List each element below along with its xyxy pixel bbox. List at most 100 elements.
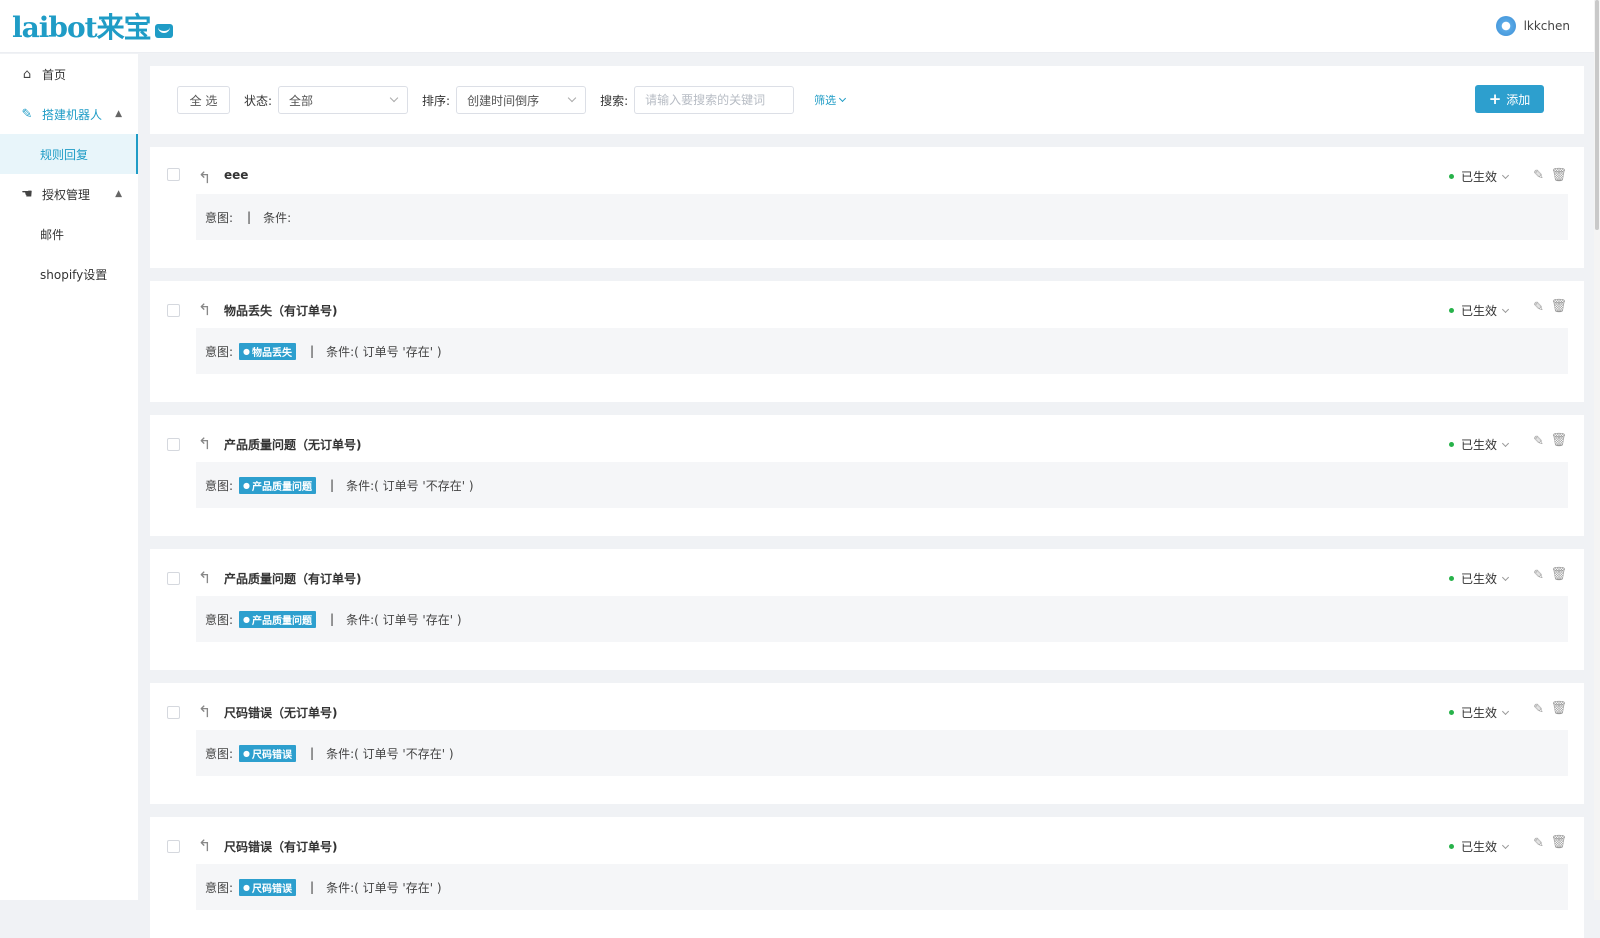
intent-label: 意图:	[205, 478, 234, 493]
rule-checkbox[interactable]	[167, 840, 180, 853]
edit-icon[interactable]: ✎	[1533, 836, 1544, 851]
rule-checkbox[interactable]	[167, 572, 180, 585]
intent-tag-text: 产品质量问题	[252, 481, 313, 493]
trash-icon[interactable]: 🗑	[1550, 567, 1567, 582]
rule-status-dropdown[interactable]: 已生效	[1448, 168, 1510, 185]
rule-card: ↰ 物品丢失（有订单号) 已生效 ✎ 🗑 意图: ● 物品丢失 | 条件: ( …	[150, 281, 1584, 402]
rule-checkbox[interactable]	[167, 438, 180, 451]
chevron-down-icon	[567, 93, 577, 103]
reply-icon: ↰	[198, 434, 212, 453]
rule-detail: 意图: ● 产品质量问题 | 条件: ( 订单号 '不存在' )	[196, 462, 1568, 508]
search-label: 搜索:	[600, 93, 629, 108]
rule-card: ↰ eee 已生效 ✎ 🗑 意图: ● | 条件:	[150, 147, 1584, 268]
condition-label: 条件:	[346, 478, 375, 493]
reply-icon: ↰	[198, 300, 212, 319]
rule-status-dropdown[interactable]: 已生效	[1448, 838, 1510, 855]
filter-toggle[interactable]: 筛选	[814, 92, 847, 108]
condition-value: ( 订单号 '存在' )	[354, 880, 442, 895]
edit-icon[interactable]: ✎	[1533, 300, 1544, 315]
pin-icon: ●	[243, 882, 251, 892]
trash-icon[interactable]: 🗑	[1550, 433, 1567, 448]
trash-icon[interactable]: 🗑	[1550, 701, 1567, 716]
rule-detail: 意图: ● 物品丢失 | 条件: ( 订单号 '存在' )	[196, 328, 1568, 374]
logo-text: laibot来宝	[12, 11, 152, 44]
condition-label: 条件:	[346, 612, 375, 627]
select-all-button[interactable]: 全 选	[177, 86, 230, 114]
brand-logo[interactable]: laibot来宝	[12, 6, 173, 46]
pin-icon: ●	[243, 346, 251, 356]
edit-icon[interactable]: ✎	[1533, 702, 1544, 717]
top-header: laibot来宝 lkkchen	[0, 0, 1600, 53]
status-dot-icon	[1448, 442, 1454, 447]
status-dot-icon	[1448, 844, 1454, 849]
rule-checkbox[interactable]	[167, 706, 180, 719]
trash-icon[interactable]: 🗑	[1550, 168, 1567, 183]
rule-checkbox[interactable]	[167, 304, 180, 317]
intent-label: 意图:	[205, 746, 234, 761]
edit-icon[interactable]: ✎	[1533, 168, 1544, 183]
rule-title: 尺码错误（无订单号)	[224, 706, 338, 720]
status-select[interactable]: 全部	[278, 86, 409, 114]
status-dot-icon	[1448, 576, 1454, 581]
rule-title: 物品丢失（有订单号)	[224, 304, 338, 318]
divider: |	[330, 612, 335, 626]
page-scrollbar[interactable]	[1594, 0, 1600, 900]
filter-label: 筛选	[814, 94, 837, 107]
edit-icon[interactable]: ✎	[1533, 568, 1544, 583]
sidebar-item-email[interactable]: 邮件	[0, 214, 138, 254]
rule-list: ↰ eee 已生效 ✎ 🗑 意图: ● | 条件: ↰ 物品丢失（有订单号) 已…	[150, 147, 1584, 938]
sidebar-item-build-bot[interactable]: ✎ 搭建机器人 ▲	[0, 94, 138, 134]
plus-icon: +	[1488, 90, 1502, 108]
user-menu[interactable]: lkkchen	[1495, 16, 1570, 36]
condition-label: 条件:	[263, 210, 292, 225]
sort-select[interactable]: 创建时间倒序	[456, 86, 587, 114]
condition-label: 条件:	[326, 746, 355, 761]
condition-value: ( 订单号 '不存在' )	[374, 478, 474, 493]
reply-icon: ↰	[198, 168, 212, 187]
intent-tag: ● 尺码错误	[239, 744, 297, 762]
add-rule-button[interactable]: + 添加	[1475, 85, 1544, 113]
chevron-up-icon: ▲	[115, 109, 122, 119]
status-label: 状态:	[244, 93, 273, 108]
trash-icon[interactable]: 🗑	[1550, 835, 1567, 850]
status-dot-icon	[1448, 308, 1454, 313]
condition-label: 条件:	[326, 344, 355, 359]
pin-icon: ●	[243, 480, 251, 490]
rule-card: ↰ 尺码错误（无订单号) 已生效 ✎ 🗑 意图: ● 尺码错误 | 条件: ( …	[150, 683, 1584, 804]
reply-icon: ↰	[198, 836, 212, 855]
status-dot-icon	[1448, 710, 1454, 715]
intent-label: 意图:	[205, 344, 234, 359]
trash-icon[interactable]: 🗑	[1550, 299, 1567, 314]
rule-status: 已生效	[1460, 438, 1497, 452]
rule-status-dropdown[interactable]: 已生效	[1448, 704, 1510, 721]
divider: |	[310, 880, 315, 894]
sidebar-item-home[interactable]: ⌂ 首页	[0, 54, 138, 94]
sidebar-item-label: 邮件	[40, 227, 65, 242]
chevron-down-icon	[1501, 305, 1510, 313]
sidebar-item-shopify[interactable]: shopify设置	[0, 254, 138, 294]
sidebar-item-auth[interactable]: ☚ 授权管理 ▲	[0, 174, 138, 214]
search-input[interactable]	[634, 86, 795, 114]
sidebar-item-rule-reply[interactable]: 规则回复	[0, 134, 138, 174]
handshake-icon: ☚	[21, 186, 33, 202]
sidebar-item-label: 规则回复	[40, 147, 89, 162]
rule-status-dropdown[interactable]: 已生效	[1448, 570, 1510, 587]
rule-status-dropdown[interactable]: 已生效	[1448, 436, 1510, 453]
status-dot-icon	[1448, 174, 1454, 179]
intent-tag: ● 尺码错误	[239, 878, 297, 896]
intent-tag-text: 尺码错误	[252, 749, 293, 761]
intent-tag-text: 产品质量问题	[252, 615, 313, 627]
home-icon: ⌂	[22, 66, 32, 82]
edit-icon[interactable]: ✎	[1533, 434, 1544, 449]
intent-tag-text: 尺码错误	[252, 883, 293, 895]
rule-title: 产品质量问题（有订单号)	[224, 572, 362, 586]
intent-label: 意图:	[205, 612, 234, 627]
divider: |	[330, 478, 335, 492]
rule-card: ↰ 尺码错误（有订单号) 已生效 ✎ 🗑 意图: ● 尺码错误 | 条件: ( …	[150, 817, 1584, 938]
rule-status-dropdown[interactable]: 已生效	[1448, 302, 1510, 319]
rule-title: 产品质量问题（无订单号)	[224, 438, 362, 452]
rule-checkbox[interactable]	[167, 168, 180, 181]
chevron-down-icon	[1501, 707, 1510, 715]
condition-value: ( 订单号 '存在' )	[354, 344, 442, 359]
chevron-up-icon: ▲	[115, 189, 122, 199]
